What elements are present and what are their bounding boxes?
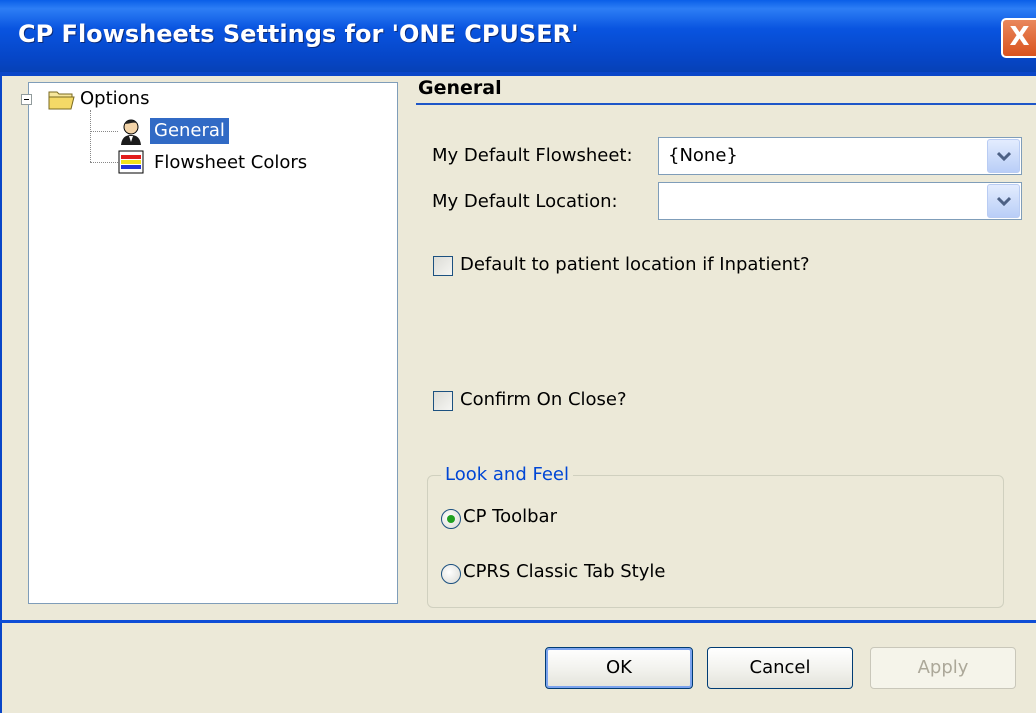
tree-connector bbox=[90, 162, 118, 163]
tree-item-general[interactable]: General bbox=[150, 118, 229, 144]
tree-connector bbox=[90, 110, 91, 162]
cprs-classic-tab-label[interactable]: CPRS Classic Tab Style bbox=[463, 561, 665, 582]
tree-item-flowsheet-colors[interactable]: Flowsheet Colors bbox=[154, 150, 307, 176]
person-icon bbox=[121, 119, 141, 145]
default-location-select[interactable] bbox=[658, 182, 1022, 220]
ok-button[interactable]: OK bbox=[545, 647, 693, 689]
cancel-button[interactable]: Cancel bbox=[707, 647, 853, 689]
default-flowsheet-select[interactable]: {None} bbox=[658, 137, 1022, 175]
tree-connector bbox=[90, 131, 118, 132]
chevron-down-icon bbox=[997, 151, 1011, 161]
section-divider bbox=[416, 103, 1036, 105]
collapse-toggle-icon[interactable] bbox=[21, 94, 32, 105]
chevron-down-icon bbox=[997, 196, 1011, 206]
close-button[interactable]: X bbox=[1001, 18, 1036, 58]
window-title: CP Flowsheets Settings for 'ONE CPUSER' bbox=[18, 20, 579, 48]
cp-toolbar-radio[interactable] bbox=[441, 509, 461, 529]
title-bar[interactable]: CP Flowsheets Settings for 'ONE CPUSER' … bbox=[0, 0, 1036, 76]
dropdown-arrow-button[interactable] bbox=[987, 139, 1020, 173]
colors-icon bbox=[118, 150, 144, 174]
default-flowsheet-value: {None} bbox=[668, 145, 738, 166]
inpatient-location-checkbox[interactable] bbox=[433, 256, 453, 276]
section-title: General bbox=[418, 77, 502, 99]
footer-divider bbox=[0, 620, 1036, 623]
cp-toolbar-label[interactable]: CP Toolbar bbox=[463, 506, 557, 527]
folder-open-icon bbox=[48, 91, 75, 110]
tree-root-options[interactable]: Options bbox=[80, 86, 149, 112]
close-icon: X bbox=[1009, 22, 1030, 52]
cprs-classic-tab-radio[interactable] bbox=[441, 564, 461, 584]
confirm-on-close-checkbox[interactable] bbox=[433, 391, 453, 411]
look-and-feel-caption: Look and Feel bbox=[441, 464, 573, 485]
dropdown-arrow-button[interactable] bbox=[987, 184, 1020, 218]
default-flowsheet-label: My Default Flowsheet: bbox=[432, 145, 633, 166]
inpatient-location-label[interactable]: Default to patient location if Inpatient… bbox=[460, 254, 810, 275]
look-and-feel-group bbox=[427, 475, 1004, 608]
confirm-on-close-label[interactable]: Confirm On Close? bbox=[460, 389, 627, 410]
default-location-label: My Default Location: bbox=[432, 191, 618, 212]
apply-button[interactable]: Apply bbox=[870, 647, 1016, 689]
